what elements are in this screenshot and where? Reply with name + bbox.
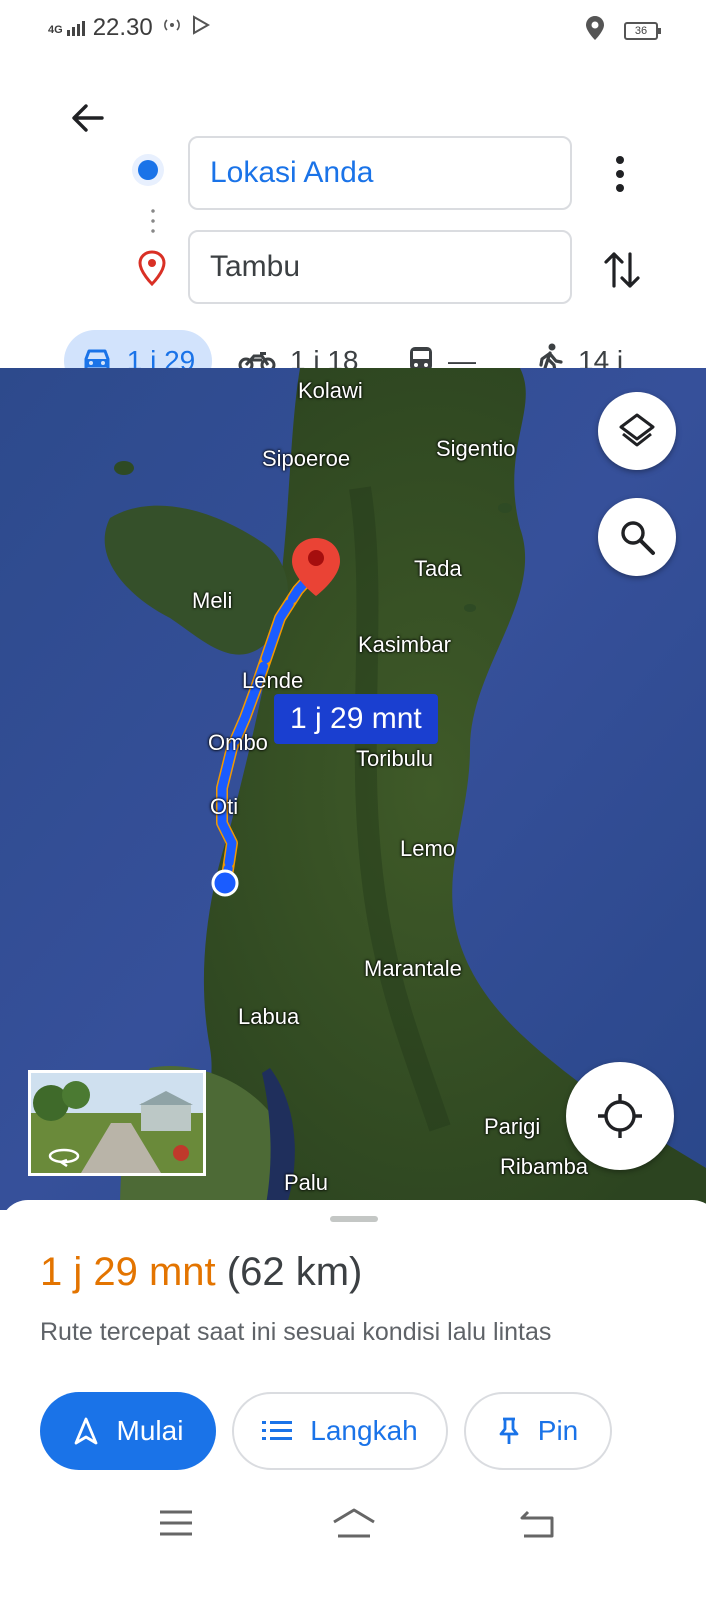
back-nav-icon (520, 1510, 554, 1538)
home-nav-button[interactable] (330, 1506, 378, 1545)
menu-nav-button[interactable] (158, 1508, 194, 1543)
location-icon (586, 16, 604, 45)
start-label: Mulai (116, 1415, 184, 1446)
pin-label: Pin (537, 1415, 579, 1446)
map-view[interactable]: Kolawi Sipoeroe Sigentio Tada Meli Kasim… (0, 368, 706, 1210)
map-label: Toribulu (356, 746, 434, 771)
navigation-arrow-icon (74, 1417, 97, 1445)
map-label: Ombo (208, 730, 268, 755)
map-label: Lemo (400, 836, 456, 861)
home-icon (333, 1508, 375, 1538)
network-type: 4G (48, 23, 63, 36)
drag-handle[interactable] (330, 1216, 378, 1222)
layers-button[interactable] (598, 392, 676, 470)
map-label: Lende (242, 668, 304, 693)
clock: 22.30 (92, 14, 153, 41)
route-summary: 1 j 29 mnt (62 km) (40, 1250, 362, 1295)
route-distance: (62 km) (226, 1250, 363, 1294)
origin-dot-icon (138, 160, 158, 180)
back-nav-button[interactable] (518, 1506, 558, 1545)
hotspot-icon (161, 14, 183, 42)
steps-button[interactable]: Langkah (232, 1392, 448, 1470)
battery-icon: 36 (624, 21, 661, 40)
map-label: Marantale (364, 956, 462, 981)
list-icon (262, 1421, 293, 1440)
route-connector (151, 206, 155, 238)
swap-vert-icon (604, 252, 640, 288)
route-duration: 1 j 29 mnt (40, 1250, 216, 1294)
map-label: Sigentio (436, 436, 516, 461)
more-options-button[interactable] (608, 152, 632, 196)
system-nav-bar (0, 1496, 720, 1560)
map-label: Meli (192, 588, 233, 613)
search-button[interactable] (598, 498, 676, 576)
map-label: Labua (238, 1004, 300, 1029)
map-label: Ribamba (500, 1154, 589, 1179)
map-label: Kasimbar (358, 632, 451, 657)
back-button[interactable] (66, 96, 110, 140)
map-label: Kolawi (298, 378, 363, 403)
start-button[interactable]: Mulai (40, 1392, 216, 1470)
swap-button[interactable] (600, 246, 644, 294)
pin-button[interactable]: Pin (464, 1392, 612, 1470)
search-icon (621, 521, 655, 555)
destination-field[interactable]: Tambu (188, 230, 572, 304)
my-location-icon (598, 1094, 642, 1138)
my-location-button[interactable] (566, 1062, 674, 1170)
map-label: Tada (414, 556, 462, 581)
more-vert-icon (616, 156, 624, 192)
steps-label: Langkah (310, 1415, 418, 1446)
destination-pin-icon (138, 250, 166, 287)
signal-icon: 4G (48, 20, 85, 36)
street-view-thumbnail[interactable] (28, 1070, 206, 1176)
pin-icon (499, 1417, 519, 1444)
route-description: Rute tercepat saat ini sesuai kondisi la… (40, 1318, 552, 1346)
rotate-360-icon (48, 1148, 80, 1167)
layers-icon (619, 413, 655, 447)
origin-field[interactable]: Lokasi Anda (188, 136, 572, 210)
back-arrow-icon (72, 104, 104, 132)
menu-icon (160, 1510, 192, 1536)
status-bar: 4G 22.30 36 (0, 0, 720, 56)
play-icon (191, 14, 211, 42)
directions-panel: Lokasi Anda Tambu 1 j 29 1 j 18 — 14 j (0, 56, 720, 392)
map-label: Parigi (484, 1114, 541, 1139)
map-label: Sipoeroe (262, 446, 351, 471)
map-label: Oti (210, 794, 239, 819)
route-eta-bubble[interactable]: 1 j 29 mnt (274, 694, 438, 744)
map-label: Palu (284, 1170, 329, 1195)
